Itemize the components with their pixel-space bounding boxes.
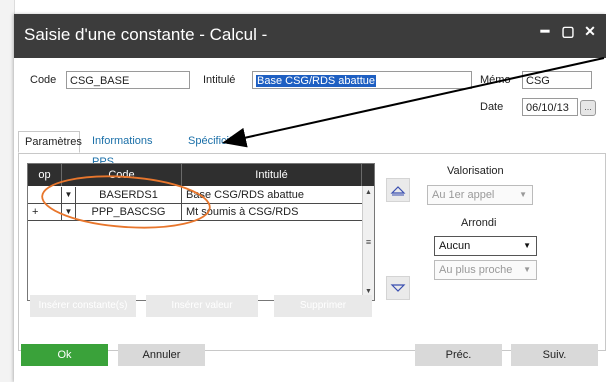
row-op-cell[interactable] (28, 187, 62, 203)
arrondi-mode-select[interactable]: Au plus proche ▼ (434, 260, 537, 280)
title-bar[interactable]: Saisie d'une constante - Calcul - ━ ▢ ✕ (14, 14, 606, 58)
dialog-window: Saisie d'une constante - Calcul - ━ ▢ ✕ … (14, 14, 606, 382)
valorisation-select[interactable]: Au 1er appel ▼ (427, 185, 533, 205)
chevron-down-icon: ▼ (523, 241, 531, 250)
op-dropdown-icon[interactable]: ▼ (62, 204, 76, 220)
move-down-button[interactable] (386, 276, 410, 300)
intitule-label: Intitulé (203, 74, 236, 86)
insert-constants-button[interactable]: Insérer constante(s) (30, 295, 136, 317)
scroll-grip-icon[interactable]: ≡ (363, 236, 374, 248)
scroll-up-icon[interactable]: ▲ (363, 187, 374, 199)
chevron-down-icon: ▼ (523, 265, 531, 274)
row-intitule-cell[interactable]: Base CSG/RDS abattue (182, 187, 362, 203)
memo-field[interactable]: CSG (522, 71, 592, 89)
memo-label: Mémo (480, 74, 511, 86)
table-row[interactable]: ▼ BASERDS1 Base CSG/RDS abattue (28, 187, 362, 204)
minimize-icon[interactable]: ━ (536, 22, 554, 40)
valorisation-value: Au 1er appel (432, 189, 495, 201)
intitule-selected-text: Base CSG/RDS abattue (256, 75, 377, 87)
grid-scrollbar[interactable]: ▲ ≡ ▼ (362, 186, 374, 300)
insert-value-button[interactable]: Insérer valeur (146, 295, 258, 317)
arrondi-select[interactable]: Aucun ▼ (434, 236, 537, 256)
arrondi-mode-value: Au plus proche (439, 264, 513, 276)
move-down-icon (390, 284, 406, 292)
code-field[interactable]: CSG_BASE (66, 71, 190, 89)
dialog-title: Saisie d'une constante - Calcul - (24, 25, 268, 44)
row-code-cell[interactable]: BASERDS1 (76, 187, 182, 203)
ok-button[interactable]: Ok (21, 344, 108, 366)
suivant-button[interactable]: Suiv. (511, 344, 598, 366)
date-field[interactable]: 06/10/13 (522, 98, 578, 116)
move-up-button[interactable] (386, 178, 410, 202)
move-up-icon (390, 186, 406, 196)
formula-grid: op Code Intitulé ▼ BASERDS1 Base CSG/RDS… (27, 163, 375, 301)
tab-informations-pps[interactable]: Informations PPS (86, 131, 178, 168)
background-app (0, 0, 15, 382)
row-intitule-cell[interactable]: Mt soumis à CSG/RDS (182, 204, 362, 220)
grid-header-op: op (28, 164, 62, 186)
annuler-button[interactable]: Annuler (118, 344, 205, 366)
row-op-cell[interactable]: + (28, 204, 62, 220)
tab-parametres[interactable]: Paramètres (18, 131, 82, 153)
restore-icon[interactable]: ▢ (559, 22, 577, 40)
grid-header-intitule: Intitulé (182, 164, 362, 186)
intitule-field[interactable]: Base CSG/RDS abattue (252, 71, 472, 89)
tab-bar: Paramètres Informations PPS Spécificité (18, 131, 606, 168)
row-code-cell[interactable]: PPP_BASCSG (76, 204, 182, 220)
precedent-button[interactable]: Préc. (415, 344, 502, 366)
arrondi-label: Arrondi (461, 217, 497, 229)
grid-header-code: Code (62, 164, 182, 186)
valorisation-label: Valorisation (447, 165, 504, 177)
chevron-down-icon: ▼ (519, 190, 527, 199)
op-dropdown-icon[interactable]: ▼ (62, 187, 76, 203)
calendar-icon[interactable]: … (580, 100, 596, 116)
grid-header: op Code Intitulé (28, 164, 374, 186)
table-row[interactable]: + ▼ PPP_BASCSG Mt soumis à CSG/RDS (28, 204, 362, 221)
arrondi-value: Aucun (439, 240, 471, 252)
close-icon[interactable]: ✕ (581, 22, 599, 40)
code-label: Code (30, 74, 57, 86)
screenshot: Saisie d'une constante - Calcul - ━ ▢ ✕ … (0, 0, 606, 382)
date-label: Date (480, 101, 504, 113)
tab-specificite[interactable]: Spécificité (182, 131, 238, 152)
delete-button[interactable]: Supprimer (274, 295, 372, 317)
